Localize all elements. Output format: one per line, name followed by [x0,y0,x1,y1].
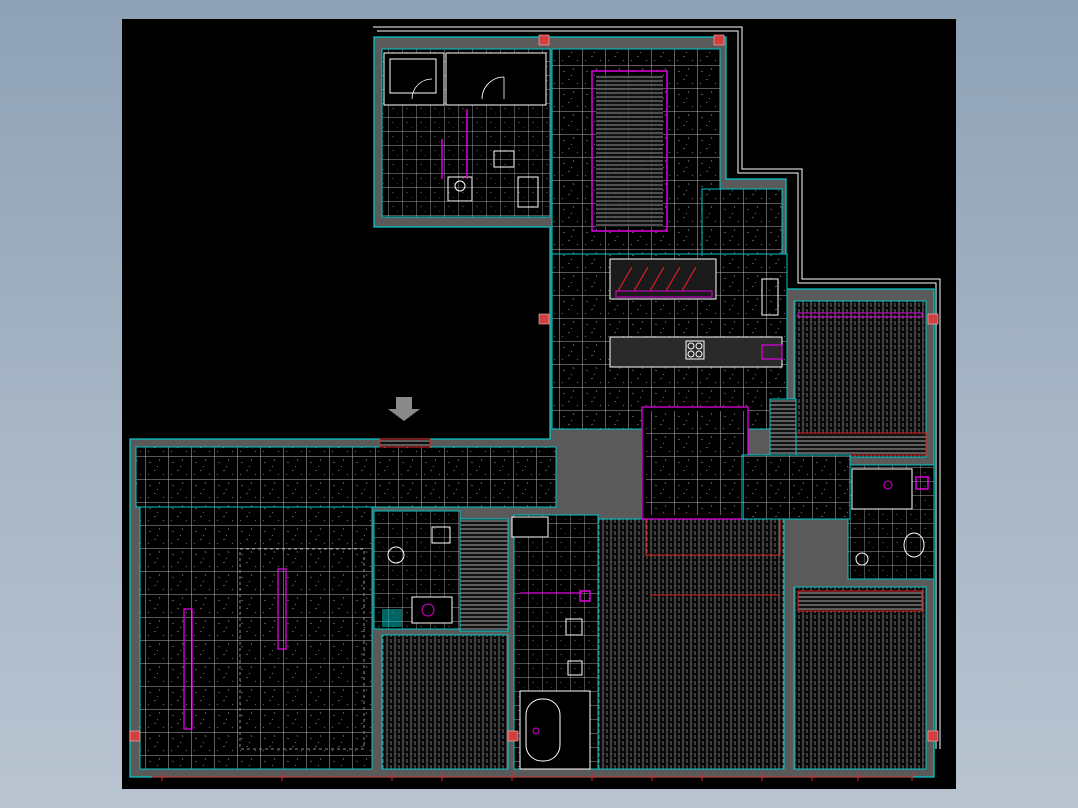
column-marker-icon [713,34,725,46]
down-arrow-icon [388,397,420,421]
bath-east [847,464,935,580]
column-marker-icon [129,730,141,742]
bath-block [373,510,509,770]
north-hall [551,48,783,260]
column-marker-icon [507,730,519,742]
bath-2 [511,514,599,770]
kitchen [551,253,788,430]
column-marker-icon [538,313,550,325]
floor-plan-drawing [129,26,941,781]
column-marker-icon [538,34,550,46]
column-marker-icon [927,730,939,742]
cad-viewport[interactable] [122,19,956,789]
column-marker-icon [927,313,939,325]
service-wing [381,48,551,218]
bedroom-east-north [793,300,927,458]
bedroom-east-south [793,586,927,770]
